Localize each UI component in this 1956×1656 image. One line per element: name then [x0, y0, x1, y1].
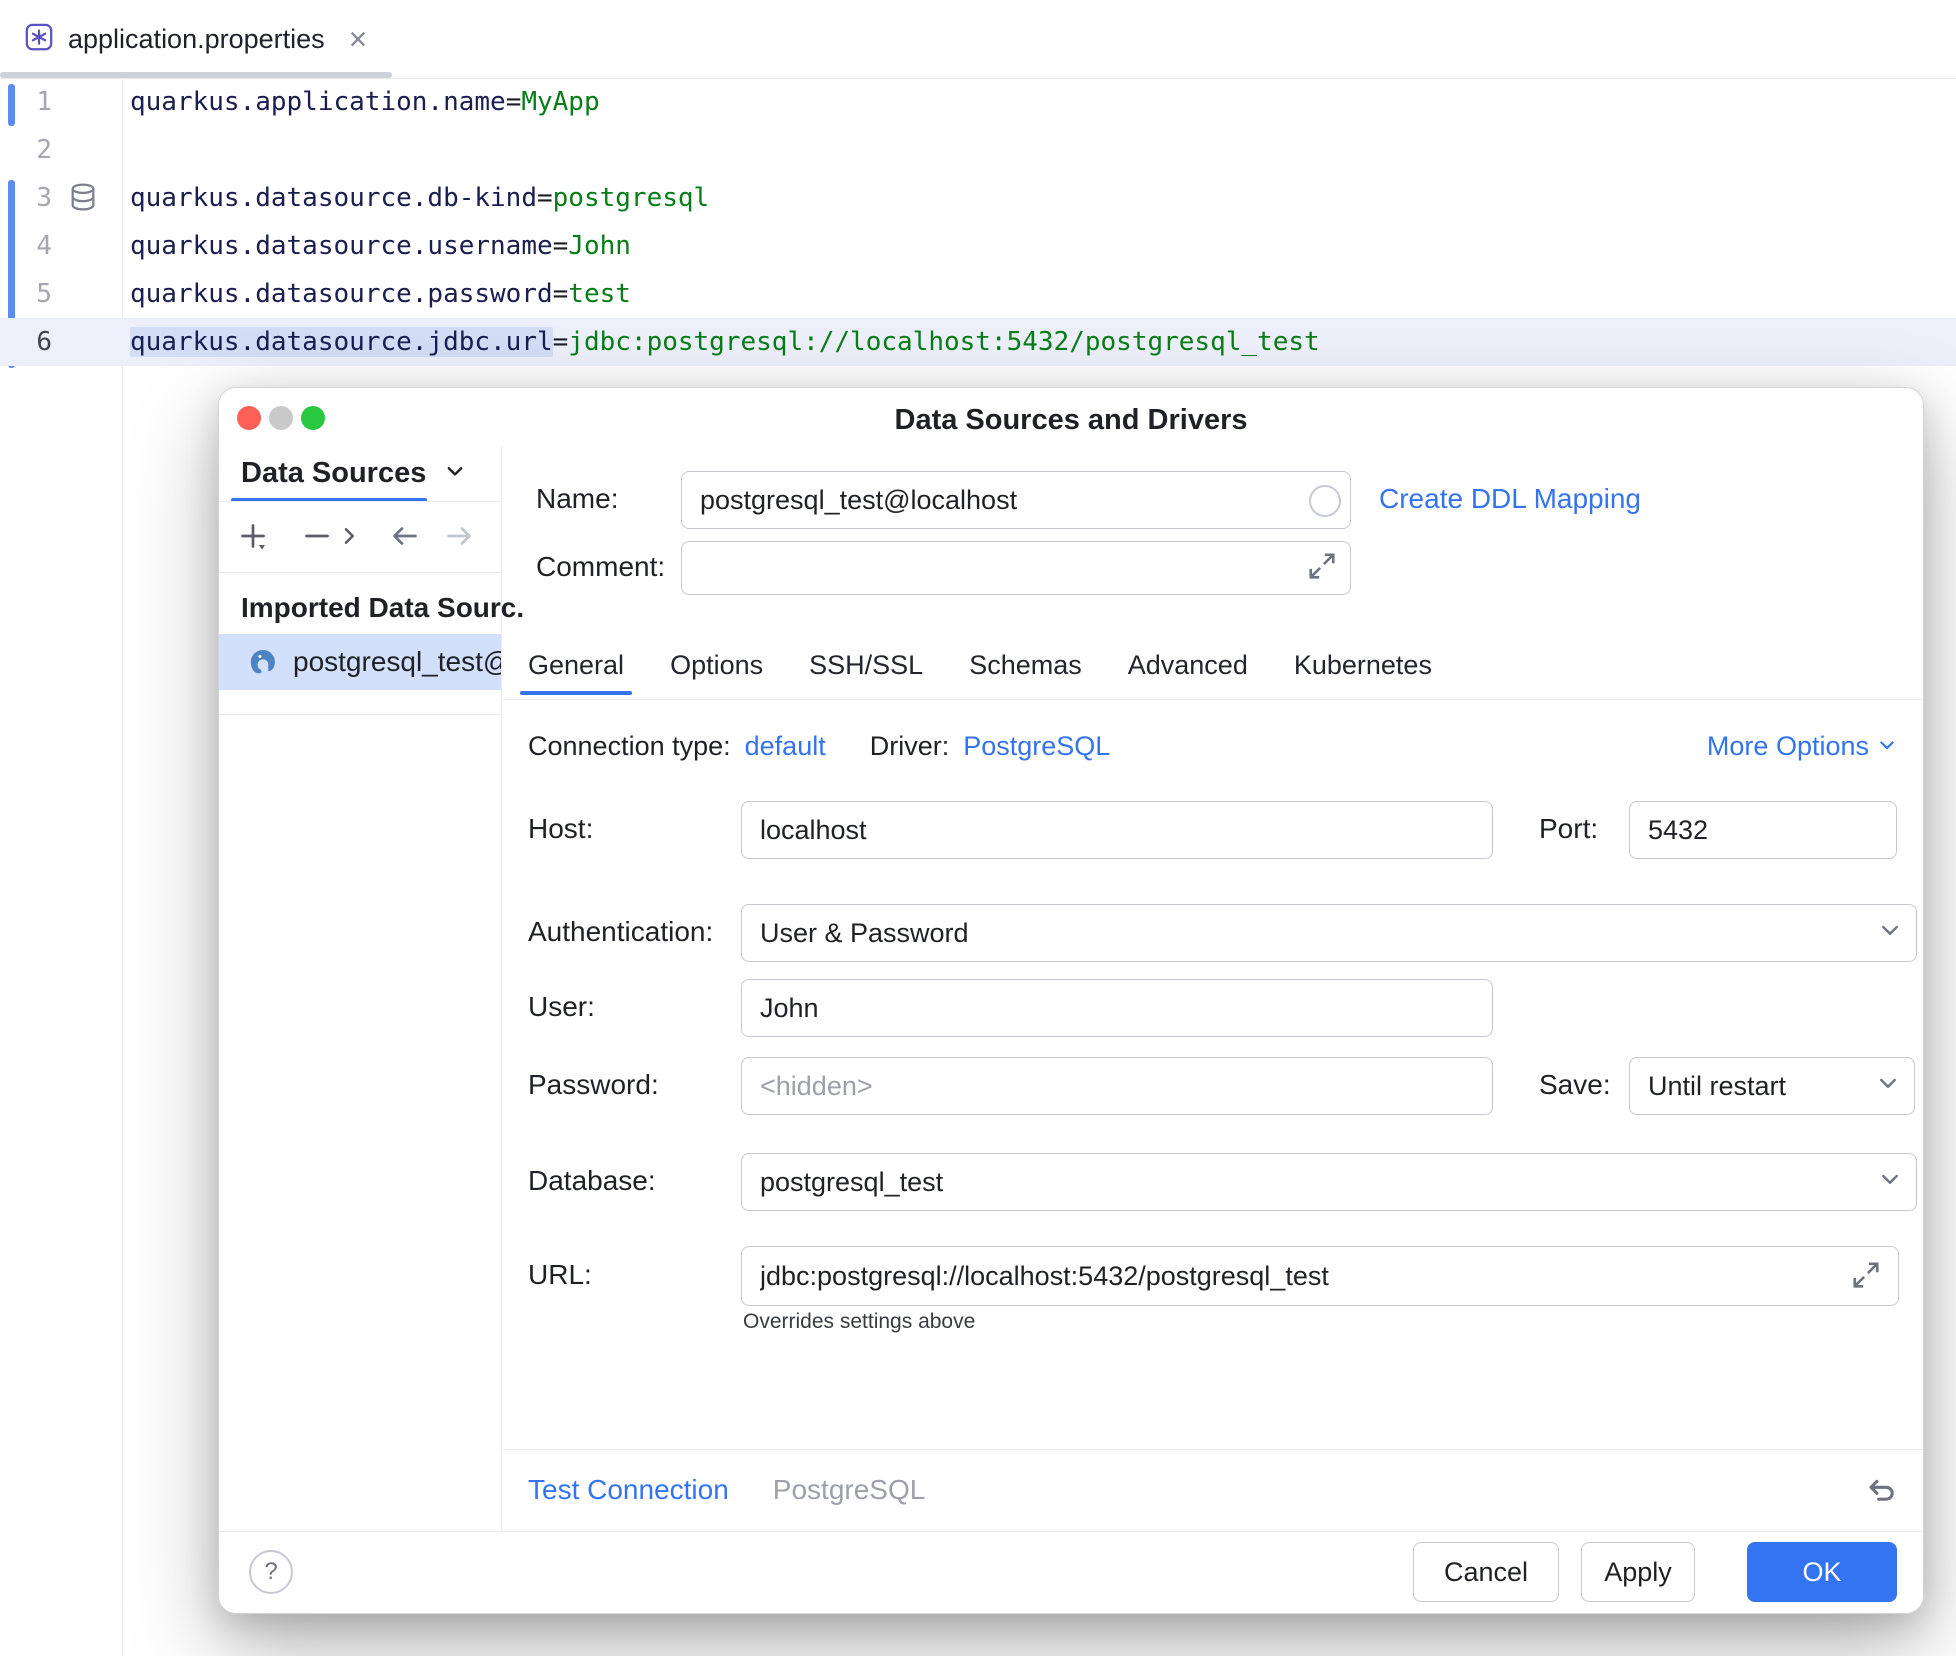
close-icon[interactable]: × [349, 23, 368, 55]
port-label: Port: [1539, 801, 1598, 857]
password-input[interactable] [742, 1071, 1492, 1102]
user-input[interactable] [742, 993, 1492, 1024]
tab-title: application.properties [68, 24, 325, 55]
database-combo[interactable]: postgresql_test [741, 1153, 1917, 1211]
port-input[interactable] [1630, 815, 1896, 846]
connection-type-label: Connection type: [528, 731, 731, 762]
line-number: 3 [0, 174, 52, 222]
sidebar-tab-data-sources[interactable]: Data Sources [241, 450, 466, 496]
url-label: URL: [528, 1246, 592, 1304]
imported-data-sources-header: Imported Data Sourc. [241, 586, 524, 630]
database-gutter-icon[interactable] [68, 182, 100, 214]
more-options-button[interactable]: More Options [1707, 722, 1897, 770]
remove-data-source-button[interactable] [299, 518, 335, 554]
cancel-button[interactable]: Cancel [1413, 1542, 1559, 1602]
connection-type-row: Connection type: default Driver: Postgre… [528, 722, 1110, 770]
url-hint: Overrides settings above [743, 1310, 975, 1334]
editor-line[interactable]: 4 quarkus.datasource.username=John [0, 222, 1956, 270]
tab-kubernetes[interactable]: Kubernetes [1294, 633, 1432, 697]
expand-chevron-icon[interactable] [331, 518, 367, 554]
user-label: User: [528, 979, 595, 1035]
refresh-status-icon [1309, 485, 1341, 517]
authentication-label: Authentication: [528, 904, 713, 960]
save-label: Save: [1539, 1057, 1611, 1113]
apply-button[interactable]: Apply [1581, 1542, 1695, 1602]
chevron-down-icon [1876, 1071, 1900, 1102]
line-number: 4 [0, 222, 52, 270]
line-number: 5 [0, 270, 52, 318]
sidebar-item-postgresql[interactable]: postgresql_test@ [219, 634, 501, 690]
editor-tab-bar: application.properties × [0, 0, 1956, 79]
url-field-wrap [741, 1246, 1899, 1306]
authentication-select[interactable]: User & Password [741, 904, 1917, 962]
add-data-source-button[interactable] [235, 518, 271, 554]
editor-line-current[interactable]: 6 quarkus.datasource.jdbc.url=jdbc:postg… [0, 318, 1956, 366]
sidebar-item-label: postgresql_test@ [293, 646, 501, 678]
tab-application-properties[interactable]: application.properties × [0, 0, 393, 78]
undo-icon[interactable] [1865, 1472, 1899, 1506]
driver-label: Driver: [870, 731, 950, 762]
test-connection-row: Test Connection PostgreSQL [528, 1466, 925, 1514]
host-field-wrap [741, 801, 1493, 859]
editor-line[interactable]: 5 quarkus.datasource.password=test [0, 270, 1956, 318]
test-connection-link[interactable]: Test Connection [528, 1474, 729, 1506]
chevron-down-icon [444, 457, 466, 490]
dialog-title: Data Sources and Drivers [219, 404, 1923, 437]
editor-line[interactable]: 3 quarkus.datasource.db-kind=postgresql [0, 174, 1956, 222]
line-number: 1 [0, 78, 52, 126]
editor-line[interactable]: 2 [0, 126, 1956, 174]
user-field-wrap [741, 979, 1493, 1037]
save-select[interactable]: Until restart [1629, 1057, 1915, 1115]
database-label: Database: [528, 1153, 656, 1209]
name-field-wrap [681, 471, 1351, 529]
name-input[interactable] [682, 485, 1350, 516]
tab-general[interactable]: General [528, 633, 624, 697]
tab-advanced[interactable]: Advanced [1128, 633, 1248, 697]
chevron-down-icon [1878, 918, 1902, 949]
password-field-wrap [741, 1057, 1493, 1115]
comment-label: Comment: [536, 541, 665, 593]
forward-arrow-icon[interactable] [441, 518, 477, 554]
editor-line[interactable]: 1 quarkus.application.name=MyApp [0, 78, 1956, 126]
expand-comment-icon[interactable] [1307, 551, 1337, 581]
chevron-down-icon [1877, 731, 1897, 762]
driver-value[interactable]: PostgreSQL [963, 731, 1110, 762]
tab-schemas[interactable]: Schemas [969, 633, 1082, 697]
connection-type-value[interactable]: default [745, 731, 826, 762]
host-label: Host: [528, 801, 593, 857]
postgresql-elephant-icon [247, 645, 281, 679]
host-input[interactable] [742, 815, 1492, 846]
ok-button[interactable]: OK [1747, 1542, 1897, 1602]
comment-input[interactable] [682, 553, 1350, 584]
tab-ssh-ssl[interactable]: SSH/SSL [809, 633, 923, 697]
chevron-down-icon [1878, 1167, 1902, 1198]
back-arrow-icon[interactable] [387, 518, 423, 554]
properties-file-icon [24, 22, 54, 57]
create-ddl-mapping-link[interactable]: Create DDL Mapping [1379, 471, 1641, 527]
highlighted-key: quarkus.datasource.jdbc.url [130, 327, 553, 357]
url-input[interactable] [742, 1261, 1898, 1292]
password-label: Password: [528, 1057, 659, 1113]
line-number: 2 [0, 126, 52, 174]
help-button[interactable]: ? [249, 1550, 293, 1594]
name-label: Name: [536, 471, 618, 527]
data-sources-dialog: Data Sources and Drivers Data Sources Im… [218, 387, 1924, 1614]
port-field-wrap [1629, 801, 1897, 859]
expand-url-icon[interactable] [1851, 1260, 1881, 1290]
tab-options[interactable]: Options [670, 633, 763, 697]
dialog-tabs: General Options SSH/SSL Schemas Advanced… [528, 633, 1432, 697]
line-number: 6 [0, 318, 52, 366]
comment-field-wrap [681, 541, 1351, 595]
test-driver-name: PostgreSQL [773, 1474, 926, 1506]
